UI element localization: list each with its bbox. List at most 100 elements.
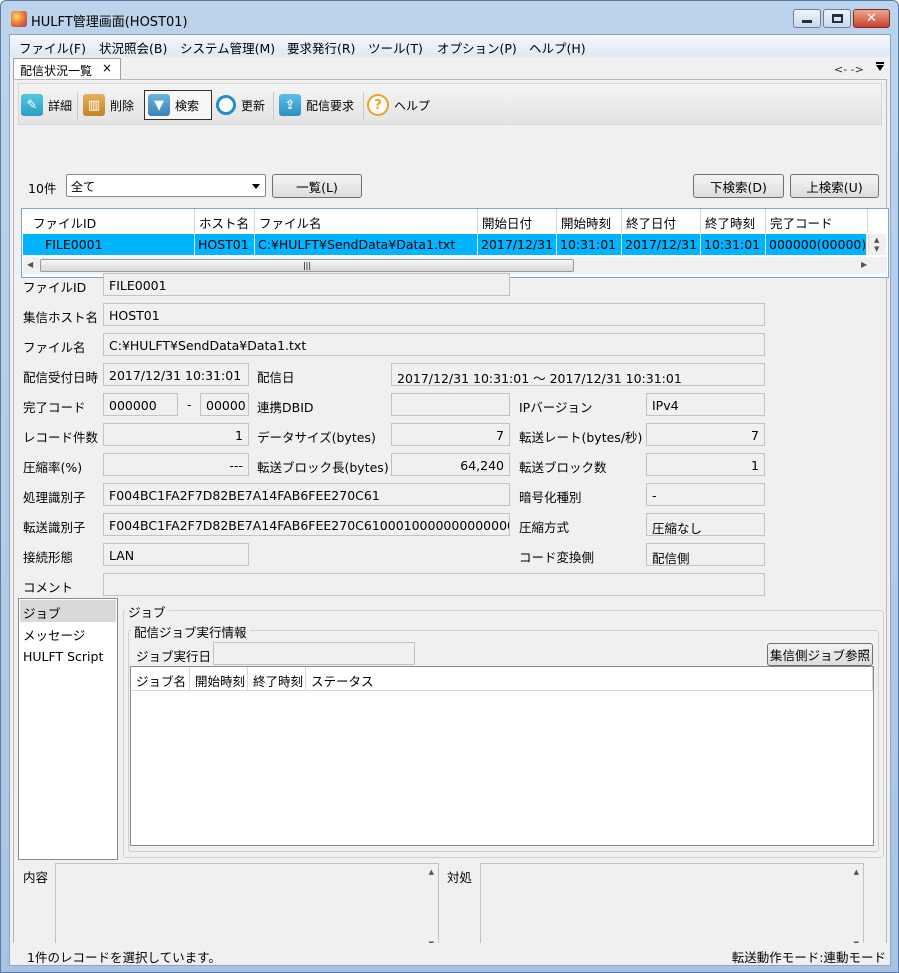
tab-strip: 配信状況一覧 × <- ->	[10, 57, 890, 80]
refresh-icon	[216, 95, 236, 115]
compression-method-label: 圧縮方式	[519, 520, 570, 535]
detail-button[interactable]: ✎ 詳細	[21, 90, 72, 120]
search-button[interactable]: ▼ 検索	[144, 90, 212, 120]
scroll-up-icon[interactable]: ▲	[874, 236, 879, 244]
job-column-start[interactable]: 開始時刻	[190, 667, 248, 691]
code-conversion-label: コード変換側	[519, 550, 595, 565]
list-item-message[interactable]: メッセージ	[20, 622, 116, 644]
table-row[interactable]: FILE0001 HOST01 C:¥HULFT¥SendData¥Data1.…	[23, 234, 867, 255]
action-textarea[interactable]: ▲ ▼	[480, 863, 864, 953]
delete-label: 削除	[110, 98, 135, 113]
host-field: HOST01	[103, 303, 765, 326]
toolbar: ✎ 詳細 ▥ 削除 ▼ 検索 更新 ⇪ 配信要求 ? ヘルプ	[18, 83, 882, 125]
column-header-end-date[interactable]: 終了日付	[622, 209, 701, 233]
job-info-title: 配信ジョブ実行情報	[131, 622, 250, 641]
complete-code-dash: -	[187, 397, 192, 412]
cell-file-id: FILE0001	[29, 234, 195, 255]
delivery-status-pane: ✎ 詳細 ▥ 削除 ▼ 検索 更新 ⇪ 配信要求 ? ヘルプ 10件 全て 一覧…	[13, 79, 889, 963]
menu-options[interactable]: オプション(P)	[437, 38, 517, 57]
scroll-down-icon[interactable]: ▼	[874, 245, 879, 253]
received-label: 配信受付日時	[23, 370, 99, 385]
list-item-job[interactable]: ジョブ	[20, 600, 116, 622]
minimize-button[interactable]	[793, 9, 821, 28]
menu-tools[interactable]: ツール(T)	[368, 38, 423, 57]
scroll-up-icon[interactable]: ▲	[429, 868, 434, 876]
record-count-label: 10件	[28, 181, 57, 196]
list-item-hulft-script[interactable]: HULFT Script	[20, 646, 116, 668]
tab-menu-icon[interactable]	[876, 62, 884, 71]
minimize-icon	[802, 20, 812, 23]
column-header-start-date[interactable]: 開始日付	[478, 209, 557, 233]
process-id-label: 処理識別子	[23, 490, 86, 505]
help-icon: ?	[367, 94, 389, 116]
tab-nav-arrows[interactable]: <- ->	[834, 63, 864, 76]
transfer-id-label: 転送識別子	[23, 520, 86, 535]
record-count-field: 1	[103, 423, 249, 446]
scroll-thumb[interactable]: |||	[40, 259, 574, 272]
toolbar-separator	[363, 92, 364, 120]
filter-combo[interactable]: 全て	[66, 174, 266, 197]
title-bar[interactable]: HULFT管理画面(HOST01) ✕	[1, 1, 898, 35]
menu-status[interactable]: 状況照会(B)	[99, 38, 167, 57]
cell-start-time: 10:31:01	[557, 234, 622, 255]
app-window: HULFT管理画面(HOST01) ✕ ファイル(F) 状況照会(B) システム…	[0, 0, 899, 973]
file-id-field: FILE0001	[103, 273, 510, 296]
cell-file-name: C:¥HULFT¥SendData¥Data1.txt	[255, 234, 478, 255]
menu-request[interactable]: 要求発行(R)	[287, 38, 355, 57]
connection-field: LAN	[103, 543, 249, 566]
status-bar: 1件のレコードを選択しています。 転送動作モード:連動モード	[10, 943, 890, 965]
received-field: 2017/12/31 10:31:01	[103, 363, 249, 386]
receiver-job-reference-button[interactable]: 集信側ジョブ参照	[767, 643, 873, 666]
job-column-end[interactable]: 終了時刻	[248, 667, 306, 691]
scroll-up-icon[interactable]: ▲	[854, 868, 859, 876]
compression-rate-field: ---	[103, 453, 249, 476]
record-count-detail-label: レコード件数	[23, 430, 99, 445]
data-size-label: データサイズ(bytes)	[257, 430, 376, 445]
column-header-host[interactable]: ホスト名	[195, 209, 255, 233]
file-name-label: ファイル名	[23, 340, 86, 355]
search-label: 検索	[175, 98, 200, 113]
link-dbid-field	[391, 393, 510, 416]
code-conversion-field: 配信側	[646, 543, 765, 566]
help-button[interactable]: ? ヘルプ	[367, 90, 430, 120]
menu-system[interactable]: システム管理(M)	[180, 38, 275, 57]
down-search-button[interactable]: 下検索(D)	[693, 174, 784, 198]
job-exec-date-label: ジョブ実行日	[136, 649, 212, 664]
menu-file[interactable]: ファイル(F)	[19, 38, 86, 57]
compression-method-field: 圧縮なし	[646, 513, 765, 536]
delete-button[interactable]: ▥ 削除	[83, 90, 134, 120]
maximize-button[interactable]	[823, 9, 851, 28]
detail-icon: ✎	[21, 94, 43, 116]
ip-version-label: IPバージョン	[519, 400, 593, 415]
column-header-start-time[interactable]: 開始時刻	[557, 209, 622, 233]
tab-close-icon[interactable]: ×	[102, 61, 112, 75]
job-column-status[interactable]: ステータス	[306, 667, 873, 691]
block-count-field: 1	[646, 453, 765, 476]
up-search-button[interactable]: 上検索(U)	[790, 174, 879, 198]
column-header-complete-code[interactable]: 完了コード	[766, 209, 868, 233]
delivery-request-button[interactable]: ⇪ 配信要求	[279, 90, 354, 120]
window-title: HULFT管理画面(HOST01)	[31, 15, 188, 30]
complete-code-label: 完了コード	[23, 400, 86, 415]
column-header-end-time[interactable]: 終了時刻	[701, 209, 766, 233]
tab-delivery-status[interactable]: 配信状況一覧 ×	[13, 58, 121, 80]
list-button[interactable]: 一覧(L)	[272, 174, 362, 198]
column-header-file-name[interactable]: ファイル名	[255, 209, 478, 233]
close-window-button[interactable]: ✕	[853, 9, 890, 28]
action-label: 対処	[447, 870, 473, 885]
cell-start-date: 2017/12/31	[478, 234, 557, 255]
scroll-right-icon[interactable]: ▶	[861, 260, 867, 269]
cell-end-time: 10:31:01	[701, 234, 766, 255]
grid-vertical-scrollbar[interactable]: ▲ ▼	[868, 234, 886, 255]
menu-help[interactable]: ヘルプ(H)	[529, 38, 586, 57]
transfer-id-field: F004BC1FA2F7D82BE7A14FAB6FEE270C61000100…	[103, 513, 510, 536]
side-list: ジョブ メッセージ HULFT Script	[18, 598, 118, 860]
content-textarea[interactable]: ▲ ▼	[55, 863, 439, 953]
column-header-file-id[interactable]: ファイルID	[29, 209, 195, 233]
refresh-button[interactable]: 更新	[216, 90, 265, 120]
scroll-left-icon[interactable]: ◀	[27, 260, 33, 269]
grid-horizontal-scrollbar[interactable]: ◀ ||| ▶	[23, 257, 887, 274]
job-group-title: ジョブ	[125, 602, 169, 621]
job-column-name[interactable]: ジョブ名	[131, 667, 190, 691]
transfer-rate-field: 7	[646, 423, 765, 446]
